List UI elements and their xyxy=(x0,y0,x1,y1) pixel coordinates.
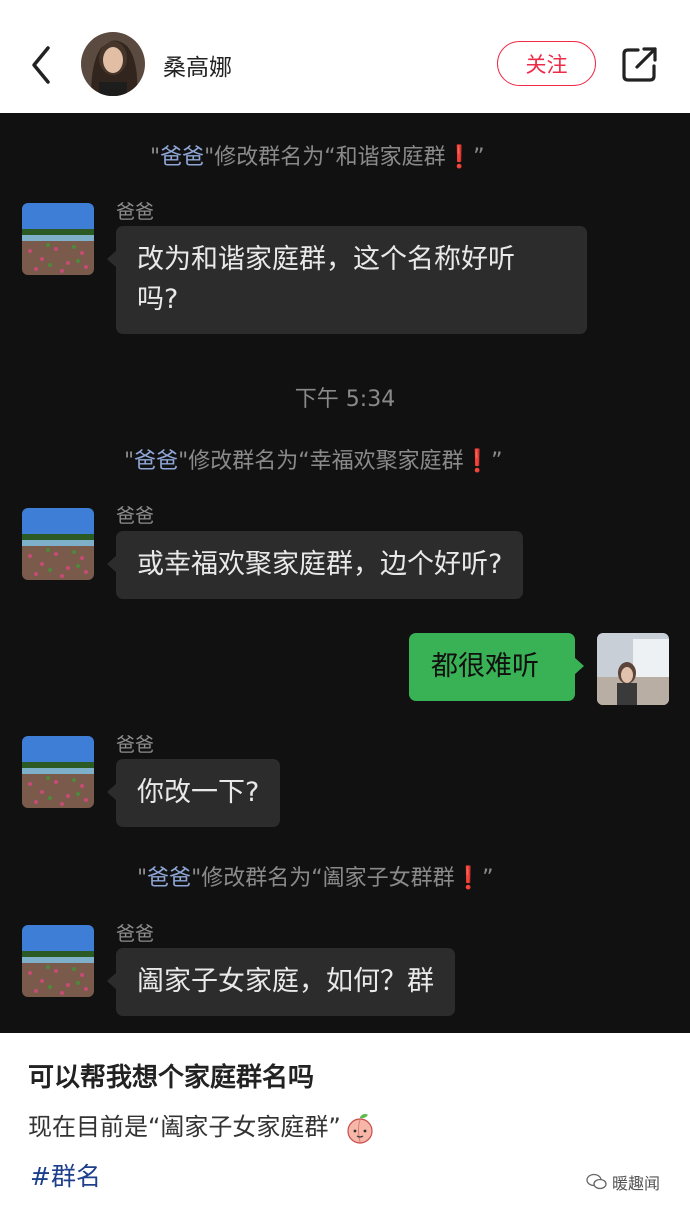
post-title: 可以帮我想个家庭群名吗 xyxy=(28,1063,315,1093)
share-icon xyxy=(622,47,657,82)
my-message-bubble[interactable]: 都很难听 xyxy=(409,633,584,701)
sender-name: 爸爸 xyxy=(116,923,155,945)
wechat-icon xyxy=(586,1173,607,1190)
watermark-text: 暖趣闻 xyxy=(612,1174,661,1193)
message-text: 阖家子女家庭，如何？群 xyxy=(137,966,434,997)
exclamation-icon: ❗ xyxy=(463,449,492,474)
sender-name: 爸爸 xyxy=(116,734,155,756)
sender-avatar[interactable] xyxy=(22,925,94,997)
chat-screenshot: "爸爸"修改群名为“和谐家庭群❗” 爸爸 改为和谐家庭群，这个名称好听 吗? 下… xyxy=(0,113,690,1033)
timestamp: 下午 5:34 xyxy=(294,387,396,412)
chevron-left-icon xyxy=(32,46,50,84)
message-text: 吗? xyxy=(137,284,179,315)
sender-name: 爸爸 xyxy=(116,201,155,223)
message-bubble[interactable]: 阖家子女家庭，如何？群 xyxy=(107,948,455,1016)
message-text: 都很难听 xyxy=(431,651,539,682)
message-text: 或幸福欢聚家庭群，边个好听? xyxy=(137,549,503,580)
post-header: 桑高娜 关注 xyxy=(0,0,690,113)
my-avatar[interactable] xyxy=(597,633,669,705)
message-bubble[interactable]: 改为和谐家庭群，这个名称好听 吗? xyxy=(107,226,587,334)
hashtag-link[interactable]: #群名 xyxy=(30,1157,101,1193)
sender-avatar[interactable] xyxy=(22,508,94,580)
system-rename-notice: "爸爸"修改群名为“幸福欢聚家庭群❗” xyxy=(124,449,503,474)
post-body-text: 现在目前是“阖家子女家庭群” xyxy=(28,1113,341,1141)
exclamation-icon: ❗ xyxy=(454,866,483,891)
sender-avatar[interactable] xyxy=(22,736,94,808)
back-button[interactable] xyxy=(22,40,62,90)
peach-emoji-icon xyxy=(343,1111,377,1145)
message-bubble[interactable]: 你改一下? xyxy=(106,759,281,827)
post-body: 现在目前是“阖家子女家庭群” xyxy=(28,1107,377,1145)
system-rename-notice: "爸爸"修改群名为“阖家子女群群❗” xyxy=(137,866,494,891)
exclamation-icon: ❗ xyxy=(445,145,474,170)
share-button[interactable] xyxy=(620,44,660,84)
sender-avatar[interactable] xyxy=(22,203,94,275)
follow-button[interactable]: 关注 xyxy=(497,41,596,86)
message-bubble[interactable]: 或幸福欢聚家庭群，边个好听? xyxy=(106,531,524,599)
post-caption: 可以帮我想个家庭群名吗 现在目前是“阖家子女家庭群” #群名 暖趣闻 xyxy=(0,1033,690,1211)
watermark: 暖趣闻 xyxy=(586,1170,660,1194)
author-name[interactable]: 桑高娜 xyxy=(163,48,232,82)
message-text: 你改一下? xyxy=(137,777,260,808)
system-rename-notice: "爸爸"修改群名为“和谐家庭群❗” xyxy=(150,145,485,170)
message-text: 改为和谐家庭群，这个名称好听 xyxy=(137,244,515,275)
author-avatar[interactable] xyxy=(81,32,145,96)
sender-name: 爸爸 xyxy=(116,505,155,527)
